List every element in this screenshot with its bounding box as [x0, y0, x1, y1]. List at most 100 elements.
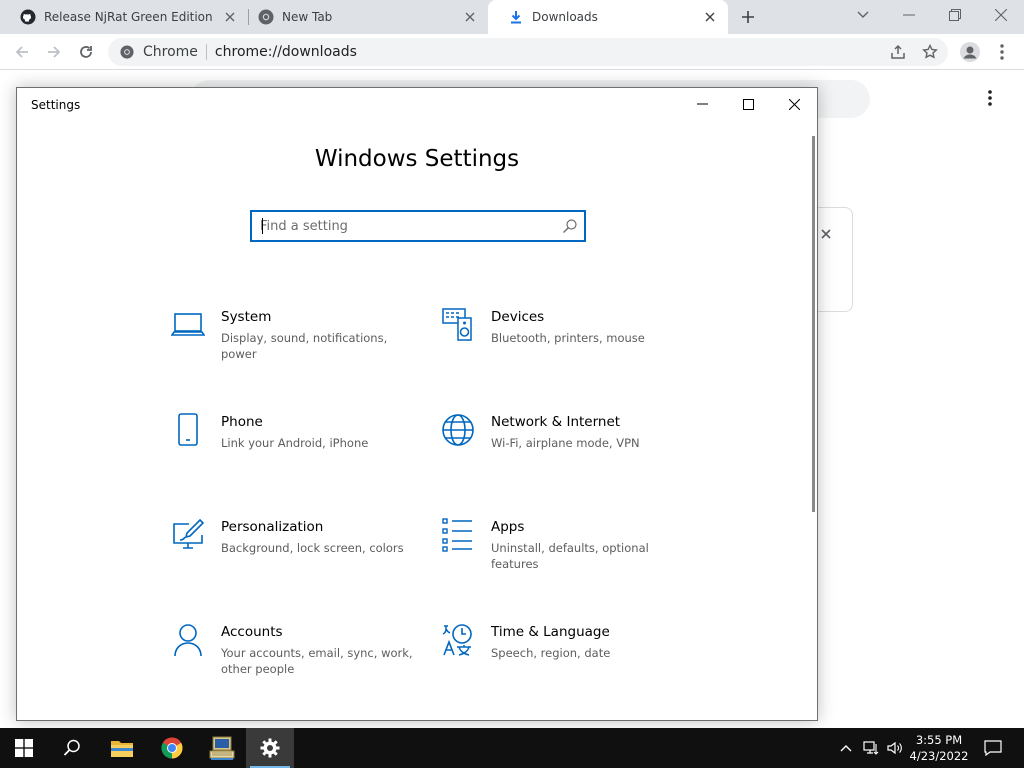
restore-icon — [949, 9, 961, 21]
category-description: Link your Android, iPhone — [221, 436, 369, 450]
time-language-icon — [442, 624, 472, 656]
apps-icon — [442, 518, 472, 552]
category-name: Apps — [491, 519, 525, 535]
forward-button[interactable] — [40, 38, 68, 66]
back-button[interactable] — [8, 38, 36, 66]
search-button[interactable] — [48, 728, 96, 768]
github-icon — [20, 9, 36, 25]
windows-logo-icon — [15, 739, 33, 757]
category-time-language[interactable]: Time & Language Speech, region, date — [441, 623, 681, 693]
tab-downloads[interactable]: Downloads — [488, 0, 728, 34]
omnibox-divider — [205, 44, 207, 60]
gear-icon — [260, 738, 280, 758]
bookmark-button[interactable] — [916, 38, 944, 66]
share-button[interactable] — [884, 38, 912, 66]
profile-icon — [960, 42, 980, 62]
download-icon — [508, 9, 524, 25]
tab-title: Downloads — [532, 10, 598, 24]
close-button[interactable] — [771, 88, 817, 120]
category-personalization[interactable]: Personalization Background, lock screen,… — [171, 518, 411, 588]
window-title: Settings — [31, 98, 81, 112]
minimize-icon — [903, 14, 915, 16]
tab-new-tab[interactable]: New Tab — [238, 0, 488, 34]
minimize-button[interactable] — [679, 88, 725, 120]
laptop-icon — [171, 313, 205, 336]
category-devices[interactable]: Devices Bluetooth, printers, mouse — [441, 308, 681, 378]
search-icon — [63, 739, 80, 756]
network-app-button[interactable] — [198, 728, 246, 768]
remove-download-button[interactable] — [816, 224, 836, 244]
chevron-down-icon — [857, 11, 869, 18]
category-name: Time & Language — [491, 624, 610, 640]
category-accounts[interactable]: Accounts Your accounts, email, sync, wor… — [171, 623, 413, 693]
settings-window: Settings Windows Settings System Display… — [16, 87, 818, 721]
new-tab-button[interactable] — [736, 5, 760, 29]
more-vertical-icon — [1000, 44, 1004, 60]
restore-browser-button[interactable] — [932, 0, 978, 30]
more-vertical-icon — [988, 90, 992, 106]
close-icon — [995, 9, 1007, 21]
category-network-internet[interactable]: Network & Internet Wi-Fi, airplane mode,… — [441, 413, 681, 483]
close-tab-icon[interactable] — [222, 9, 238, 25]
search-input[interactable] — [260, 215, 550, 237]
close-icon — [788, 98, 800, 110]
computer-network-icon — [209, 736, 235, 760]
category-name: Accounts — [221, 624, 283, 640]
clock[interactable]: 3:55 PM 4/23/2022 — [904, 732, 974, 764]
reload-icon — [80, 46, 92, 58]
chrome-icon — [119, 44, 135, 60]
settings-search-box[interactable] — [250, 210, 586, 242]
star-icon — [922, 44, 938, 59]
show-hidden-icons-button[interactable] — [836, 728, 856, 768]
tab-title: Release NjRat Green Edition · Th — [44, 10, 216, 24]
category-phone[interactable]: Phone Link your Android, iPhone — [171, 413, 411, 483]
category-description: Bluetooth, printers, mouse — [491, 331, 645, 345]
volume-tray-button[interactable] — [884, 728, 906, 768]
file-explorer-button[interactable] — [98, 728, 146, 768]
category-description: Your accounts, email, sync, work, other … — [221, 646, 413, 676]
close-browser-button[interactable] — [978, 0, 1024, 30]
browser-menu-button[interactable] — [988, 38, 1016, 66]
arrow-right-icon — [48, 46, 61, 58]
arrow-left-icon — [15, 46, 28, 58]
person-icon — [174, 624, 202, 657]
category-description: Speech, region, date — [491, 646, 611, 660]
personalization-icon — [173, 518, 205, 549]
chrome-button[interactable] — [148, 728, 196, 768]
phone-icon — [178, 413, 198, 446]
close-tab-icon[interactable] — [702, 9, 718, 25]
page-title: Windows Settings — [314, 146, 520, 172]
profile-button[interactable] — [956, 38, 984, 66]
tab-search-button[interactable] — [840, 0, 886, 30]
minimize-icon — [696, 103, 708, 105]
category-apps[interactable]: Apps Uninstall, defaults, optional featu… — [441, 518, 681, 588]
chrome-icon — [161, 737, 183, 759]
reload-button[interactable] — [72, 38, 100, 66]
network-tray-button[interactable] — [860, 728, 882, 768]
speaker-icon — [887, 741, 902, 755]
search-icon — [563, 219, 577, 233]
action-center-button[interactable] — [978, 728, 1008, 768]
close-tab-icon[interactable] — [462, 9, 478, 25]
omnibox[interactable]: Chrome chrome://downloads — [108, 38, 948, 66]
category-name: Devices — [491, 309, 545, 325]
maximize-button[interactable] — [725, 88, 771, 120]
downloads-more-button[interactable] — [978, 86, 1002, 110]
start-button[interactable] — [0, 728, 48, 768]
category-name: Phone — [221, 414, 263, 430]
notification-icon — [984, 740, 1002, 756]
category-system[interactable]: System Display, sound, notifications, po… — [171, 308, 411, 378]
omnibox-url[interactable]: chrome://downloads — [215, 44, 357, 60]
omnibox-site-name: Chrome — [143, 44, 198, 60]
scrollbar-thumb[interactable] — [812, 136, 815, 512]
settings-taskbar-button[interactable] — [246, 728, 294, 768]
category-name: Network & Internet — [491, 414, 621, 430]
tab-strip: Release NjRat Green Edition · Th New Tab… — [0, 0, 1024, 34]
minimize-browser-button[interactable] — [886, 0, 932, 30]
close-icon — [821, 229, 831, 239]
devices-icon — [442, 308, 472, 341]
tab-github[interactable]: Release NjRat Green Edition · Th — [0, 0, 248, 34]
category-name: System — [221, 309, 272, 325]
category-description: Wi-Fi, airplane mode, VPN — [491, 436, 640, 450]
folder-icon — [111, 741, 133, 757]
